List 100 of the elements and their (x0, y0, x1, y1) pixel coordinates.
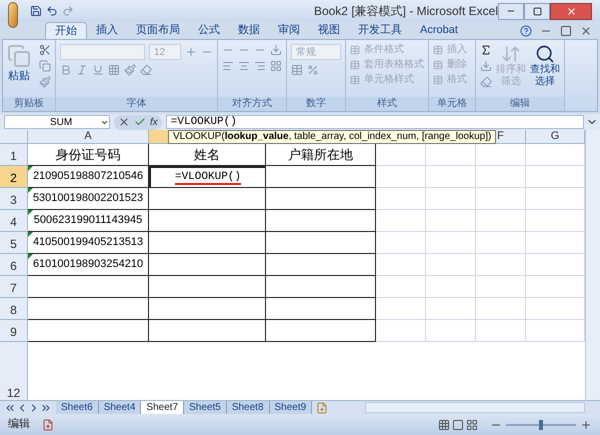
ribbon-tab[interactable]: 页面布局 (127, 22, 189, 39)
close-icon (566, 6, 576, 16)
search-icon (535, 44, 555, 64)
copy-icon[interactable] (39, 60, 51, 72)
ribbon-tab[interactable]: 开发工具 (349, 22, 411, 39)
maximize-button[interactable] (524, 2, 550, 20)
table-icon (350, 45, 360, 55)
row-header[interactable]: 9 (0, 320, 28, 342)
row-header[interactable]: 2 (0, 166, 28, 188)
row-header[interactable]: 1 (0, 144, 28, 166)
fill-down-icon[interactable] (480, 60, 492, 72)
column-header[interactable]: A (28, 130, 149, 144)
page-break-view-icon[interactable] (466, 418, 478, 430)
restore-icon[interactable] (560, 25, 572, 37)
fill-icon[interactable] (124, 64, 136, 76)
table-cell (376, 166, 426, 188)
function-tooltip: VLOOKUP(lookup_value, table_array, col_index_num, [range_lookup]) (168, 130, 496, 144)
close-button[interactable] (550, 2, 592, 20)
border-icon[interactable] (108, 64, 120, 76)
ribbon-large-button[interactable]: 查找和选择 (530, 44, 560, 88)
sum-icon[interactable] (480, 44, 492, 56)
brush-icon[interactable] (39, 76, 51, 88)
table-cell (426, 166, 476, 188)
save-icon[interactable] (30, 5, 42, 17)
align-right-icon[interactable] (254, 60, 266, 72)
group-label: 对齐方式 (218, 97, 286, 111)
row-header[interactable]: 4 (0, 210, 28, 232)
close-icon[interactable] (580, 25, 592, 37)
bold-icon[interactable] (60, 64, 72, 76)
insert-sheet-icon[interactable] (316, 402, 328, 414)
grow-font-icon[interactable] (185, 46, 197, 58)
group-label: 编辑 (476, 97, 564, 111)
table-cell (426, 188, 476, 210)
page-layout-view-icon[interactable] (452, 418, 464, 430)
sort-icon (501, 44, 521, 64)
table-cell (476, 320, 526, 342)
table-cell: 530100198002201523 (28, 188, 149, 210)
row-header[interactable]: 8 (0, 298, 28, 320)
ribbon-tab[interactable]: 视图 (309, 22, 349, 39)
group-label: 字体 (56, 97, 217, 111)
ribbon-tab[interactable]: 数据 (229, 22, 269, 39)
ribbon-tab[interactable]: 开始 (45, 22, 87, 39)
sheet-tab[interactable]: Sheet6 (56, 400, 99, 414)
ribbon-tab[interactable]: 插入 (87, 22, 127, 39)
merge-icon[interactable] (270, 60, 282, 72)
sheet-tab[interactable]: Sheet8 (226, 400, 270, 414)
table-cell (476, 254, 526, 276)
enter-icon[interactable] (134, 116, 146, 128)
formula-input[interactable]: =VLOOKUP() (166, 115, 584, 129)
ribbon-tab[interactable]: Acrobat (411, 22, 467, 39)
group-label: 剪贴板 (3, 97, 55, 111)
table-cell (426, 232, 476, 254)
table-icon (433, 60, 443, 70)
group-label: 样式 (346, 97, 428, 111)
office-button[interactable] (8, 2, 18, 28)
status-mode: 编辑 (8, 417, 30, 432)
zoom-thumb[interactable] (539, 420, 543, 430)
table-cell (426, 320, 476, 342)
undo-icon[interactable] (46, 5, 58, 17)
column-header[interactable]: G (526, 130, 585, 144)
horizontal-scrollbar[interactable] (365, 402, 585, 413)
underline-icon[interactable] (92, 64, 104, 76)
help-icon[interactable] (520, 25, 532, 37)
vertical-scrollbar[interactable] (585, 130, 600, 400)
table-icon (433, 75, 443, 85)
zoom-in-icon[interactable] (580, 418, 592, 430)
font-name-field[interactable] (60, 44, 145, 60)
ribbon-tab[interactable]: 公式 (189, 22, 229, 39)
ribbon-tab[interactable]: 审阅 (269, 22, 309, 39)
cancel-icon[interactable] (118, 116, 130, 128)
table-cell (376, 232, 426, 254)
align-center-icon[interactable] (238, 60, 250, 72)
table-cell (476, 298, 526, 320)
table-icon (433, 45, 443, 55)
cut-icon[interactable] (39, 44, 51, 56)
sheet-tab[interactable]: Sheet9 (270, 400, 312, 414)
select-all-corner[interactable] (0, 130, 28, 144)
table-cell: 210905198807210546 (28, 166, 149, 188)
table-cell (376, 210, 426, 232)
sheet-tab[interactable]: Sheet4 (98, 400, 142, 414)
row-header[interactable]: 3 (0, 188, 28, 210)
paste-button[interactable]: 粘贴 (7, 44, 31, 88)
row-header[interactable]: 7 (0, 276, 28, 298)
table-cell (426, 298, 476, 320)
italic-icon[interactable] (76, 64, 88, 76)
table-cell (476, 232, 526, 254)
align-left-icon[interactable] (222, 60, 234, 72)
clear-icon[interactable] (480, 76, 492, 88)
table-cell (376, 188, 426, 210)
table-cell: 500623199011143945 (28, 210, 149, 232)
sheet-tab[interactable]: Sheet7 (141, 400, 184, 414)
name-box[interactable]: SUM (4, 115, 110, 129)
percent-icon[interactable] (307, 64, 319, 76)
table-cell (376, 320, 426, 342)
table-cell: =VLOOKUP() (149, 166, 266, 188)
row-header[interactable]: 6 (0, 254, 28, 276)
normal-view-icon[interactable] (438, 418, 450, 430)
sheet-tab[interactable]: Sheet5 (184, 400, 227, 414)
row-header[interactable]: 5 (0, 232, 28, 254)
insert-function-button[interactable]: fx (150, 114, 158, 130)
